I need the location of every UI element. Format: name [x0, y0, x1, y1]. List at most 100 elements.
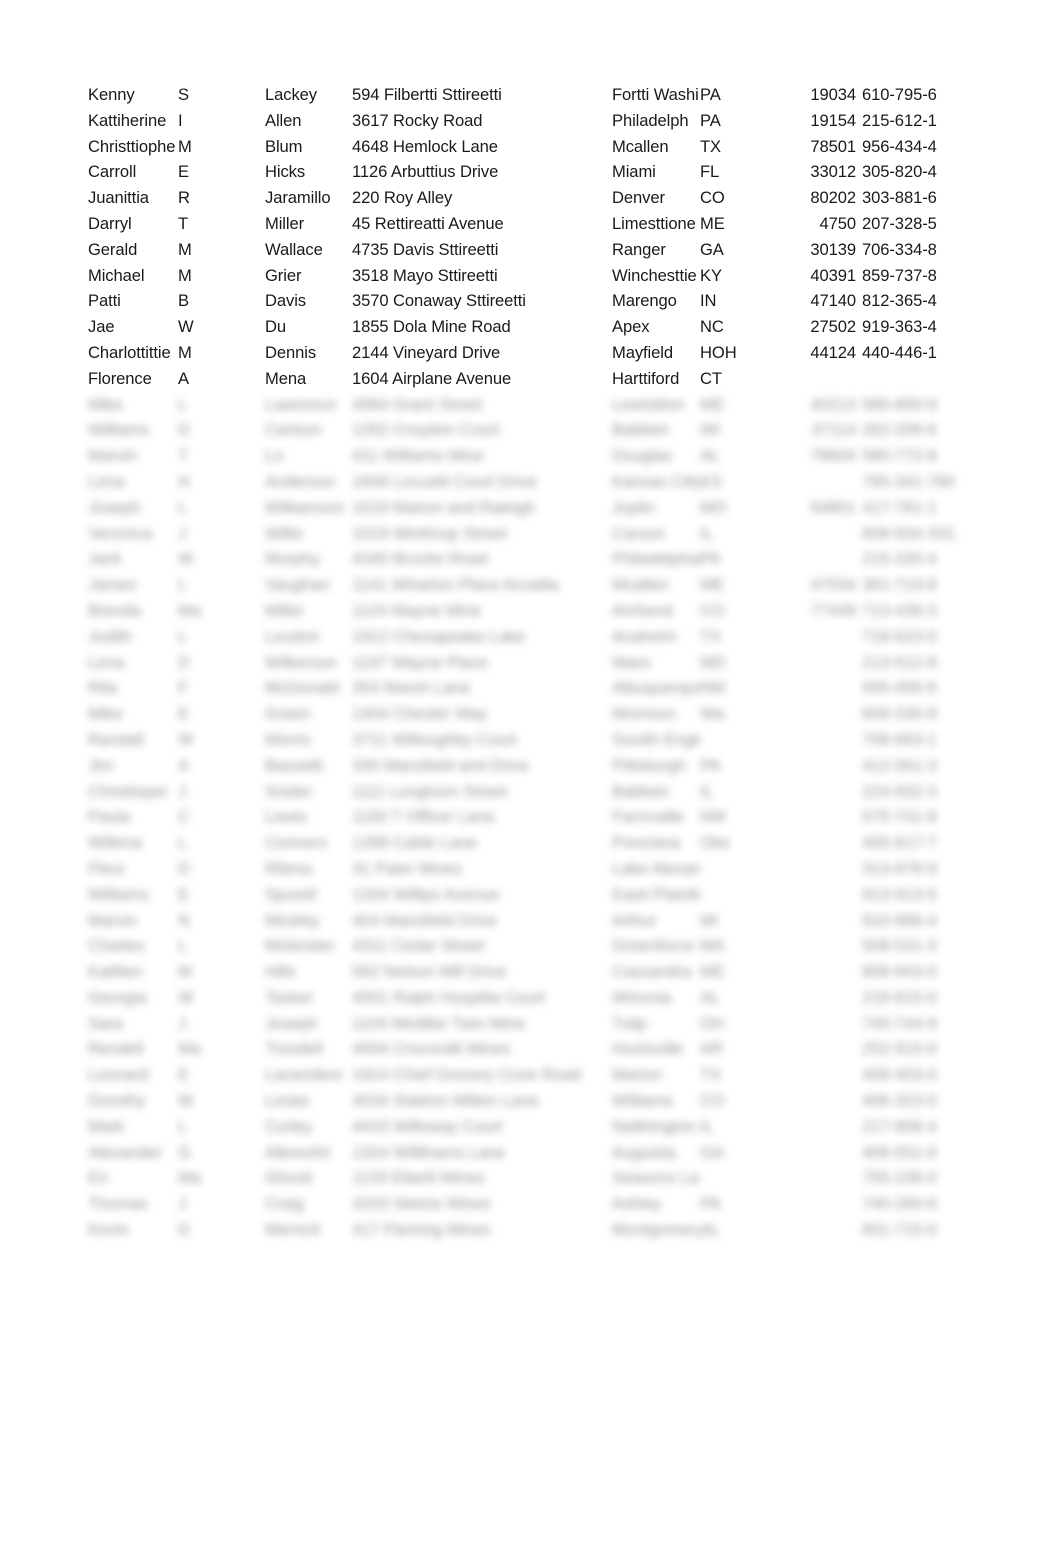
cell-street-address[interactable]: 1334 Willips Avenue — [352, 882, 610, 908]
cell-middle-initial[interactable]: E — [178, 1062, 264, 1088]
cell-state[interactable]: TX — [700, 1062, 810, 1088]
cell-first-name[interactable]: Jack — [88, 546, 180, 572]
table-row-blurred[interactable]: Joseph L Williamson 1019 Marion and Raleigh… — [0, 495, 1062, 521]
cell-zip-code[interactable]: 19034 — [790, 82, 856, 108]
cell-middle-initial[interactable]: C — [178, 804, 264, 830]
cell-last-name[interactable]: Tresdell — [265, 1036, 351, 1062]
cell-city[interactable]: Cassandra — [612, 959, 700, 985]
cell-zip-code[interactable]: 30139 — [790, 237, 856, 263]
cell-street-address[interactable]: 4333 Steinis Mines — [352, 1191, 610, 1217]
cell-last-name[interactable]: Lackey — [265, 82, 351, 108]
cell-last-name[interactable]: Merrictt — [265, 1217, 351, 1243]
cell-zip-code[interactable]: 78604 — [790, 443, 856, 469]
cell-first-name[interactable]: Alexander — [88, 1140, 180, 1166]
cell-middle-initial[interactable]: M — [178, 237, 264, 263]
cell-street-address[interactable]: 4984 Grant Street — [352, 392, 610, 418]
cell-last-name[interactable]: Albrectht — [265, 1140, 351, 1166]
cell-state[interactable]: AL — [700, 985, 810, 1011]
cell-last-name[interactable]: McDonald — [265, 675, 351, 701]
cell-last-name[interactable]: Dennis — [265, 340, 351, 366]
cell-street-address[interactable]: 330 Mansfield and Drive — [352, 753, 610, 779]
cell-first-name[interactable]: Leonard — [88, 1062, 180, 1088]
cell-street-address[interactable]: 1912 Chesapeake Lake — [352, 624, 610, 650]
cell-city[interactable]: Winonia — [612, 985, 700, 1011]
table-row[interactable]: Gerald M Wallace 4735 Davis Sttireetti Range… — [0, 237, 1062, 263]
cell-phone-number[interactable]: 575-741-8 — [862, 804, 956, 830]
cell-city[interactable]: Morrison — [612, 701, 700, 727]
cell-state[interactable]: MA — [700, 933, 810, 959]
table-row-blurred[interactable]: Leonard E Lavandero 1914 Chief Grocery Cove… — [0, 1062, 1062, 1088]
cell-street-address[interactable]: 4311 Cedar Street — [352, 933, 610, 959]
cell-middle-initial[interactable]: D — [178, 650, 264, 676]
table-row-blurred[interactable]: Dorothy W Lester 4034 Statiom Mitten Lane Wi… — [0, 1088, 1062, 1114]
cell-city[interactable]: Easti Plainfield — [612, 882, 700, 908]
cell-first-name[interactable]: Lena — [88, 469, 180, 495]
cell-last-name[interactable]: Grier — [265, 263, 351, 289]
cell-last-name[interactable]: Spurell — [265, 882, 351, 908]
cell-middle-initial[interactable]: G — [178, 1140, 264, 1166]
table-row[interactable]: Carroll E Hicks 1126 Arbuttius Drive Miami FL… — [0, 159, 1062, 185]
cell-phone-number[interactable]: 755-236-0 — [862, 1165, 956, 1191]
cell-state[interactable]: PA — [700, 753, 810, 779]
cell-first-name[interactable]: Kattilen — [88, 959, 180, 985]
cell-first-name[interactable]: Juanittia — [88, 185, 180, 211]
cell-phone-number[interactable]: 601-715-0 — [862, 1217, 956, 1243]
cell-street-address[interactable]: 4648 Hemlock Lane — [352, 134, 610, 160]
cell-street-address[interactable]: 411 Williams Mine — [352, 443, 610, 469]
cell-zip-code[interactable]: 40391 — [790, 263, 856, 289]
cell-first-name[interactable]: Kattiherine — [88, 108, 180, 134]
cell-phone-number[interactable]: 708-663-1 — [862, 727, 956, 753]
cell-middle-initial[interactable]: A — [178, 753, 264, 779]
cell-street-address[interactable]: 3518 Mayo Sttireetti — [352, 263, 610, 289]
cell-last-name[interactable]: Conners — [265, 830, 351, 856]
cell-first-name[interactable]: Darryl — [88, 211, 180, 237]
cell-middle-initial[interactable]: E — [178, 882, 264, 908]
cell-street-address[interactable]: 1849 Locustti Court Drive — [352, 469, 610, 495]
cell-last-name[interactable]: Mena — [265, 366, 351, 392]
cell-first-name[interactable]: Lena — [88, 650, 180, 676]
cell-phone-number[interactable]: 224-932-3 — [862, 779, 956, 805]
cell-street-address[interactable]: 594 Filbertti Sttireetti — [352, 82, 610, 108]
cell-last-name[interactable]: Vaughan — [265, 572, 351, 598]
cell-street-address[interactable]: 4004 Crocoralli Mines — [352, 1036, 610, 1062]
cell-last-name[interactable]: Lawrence — [265, 392, 351, 418]
cell-first-name[interactable]: Patti — [88, 288, 180, 314]
cell-first-name[interactable]: Christtoper — [88, 779, 180, 805]
cell-middle-initial[interactable]: H — [178, 469, 264, 495]
table-row-blurred[interactable]: Willena L Conners 1289 Cable Lane Ponciana Ok… — [0, 830, 1062, 856]
table-row-blurred[interactable]: Marvin N Mickley 404 Mansfield Drive Arthur M… — [0, 908, 1062, 934]
cell-city[interactable]: Pittsburgh — [612, 753, 700, 779]
cell-first-name[interactable]: Brenda — [88, 598, 180, 624]
cell-street-address[interactable]: 1133 Ellariti Mines — [352, 1165, 610, 1191]
cell-street-address[interactable]: 31 Pater Mines — [352, 856, 610, 882]
cell-first-name[interactable]: Kenny — [88, 82, 180, 108]
cell-zip-code[interactable]: 27502 — [790, 314, 856, 340]
cell-middle-initial[interactable]: W — [178, 546, 264, 572]
cell-middle-initial[interactable]: L — [178, 1114, 264, 1140]
cell-zip-code[interactable]: 78501 — [790, 134, 856, 160]
cell-phone-number[interactable]: 406-551-6 — [862, 1140, 956, 1166]
cell-city[interactable]: Douglas — [612, 443, 700, 469]
cell-street-address[interactable]: 1604 Airplane Avenue — [352, 366, 610, 392]
cell-middle-initial[interactable]: Ma — [178, 1036, 264, 1062]
cell-phone-number[interactable]: 609-330-9 — [862, 701, 956, 727]
cell-city[interactable]: Seasons Landing — [612, 1165, 700, 1191]
cell-street-address[interactable]: 1141 Wharton Place Arcadia — [352, 572, 610, 598]
cell-last-name[interactable]: Blum — [265, 134, 351, 160]
table-row-blurred[interactable]: Christtoper J Snider 1111 Longhorn Street Ba… — [0, 779, 1062, 805]
cell-phone-number[interactable]: 218-815-0 — [862, 985, 956, 1011]
cell-city[interactable]: Fortti Washi — [612, 82, 700, 108]
cell-phone-number[interactable]: 580-772-8 — [862, 443, 956, 469]
cell-middle-initial[interactable]: S — [178, 82, 264, 108]
cell-street-address[interactable]: 1197 Wayne Place — [352, 650, 610, 676]
cell-first-name[interactable]: Mike — [88, 701, 180, 727]
cell-last-name[interactable]: Lo — [265, 443, 351, 469]
table-row-blurred[interactable]: Veronica J Willis 1019 Winthrop Street Carso… — [0, 521, 1062, 547]
cell-first-name[interactable]: Kevin — [88, 1217, 180, 1243]
cell-city[interactable]: Philadelph — [612, 108, 700, 134]
cell-phone-number[interactable]: 808-943-0 — [862, 959, 956, 985]
cell-last-name[interactable]: Loudon — [265, 624, 351, 650]
cell-state[interactable]: GA — [700, 1140, 810, 1166]
cell-street-address[interactable]: 1104 Mintlike Twin Mine — [352, 1011, 610, 1037]
cell-last-name[interactable]: Bassetti — [265, 753, 351, 779]
